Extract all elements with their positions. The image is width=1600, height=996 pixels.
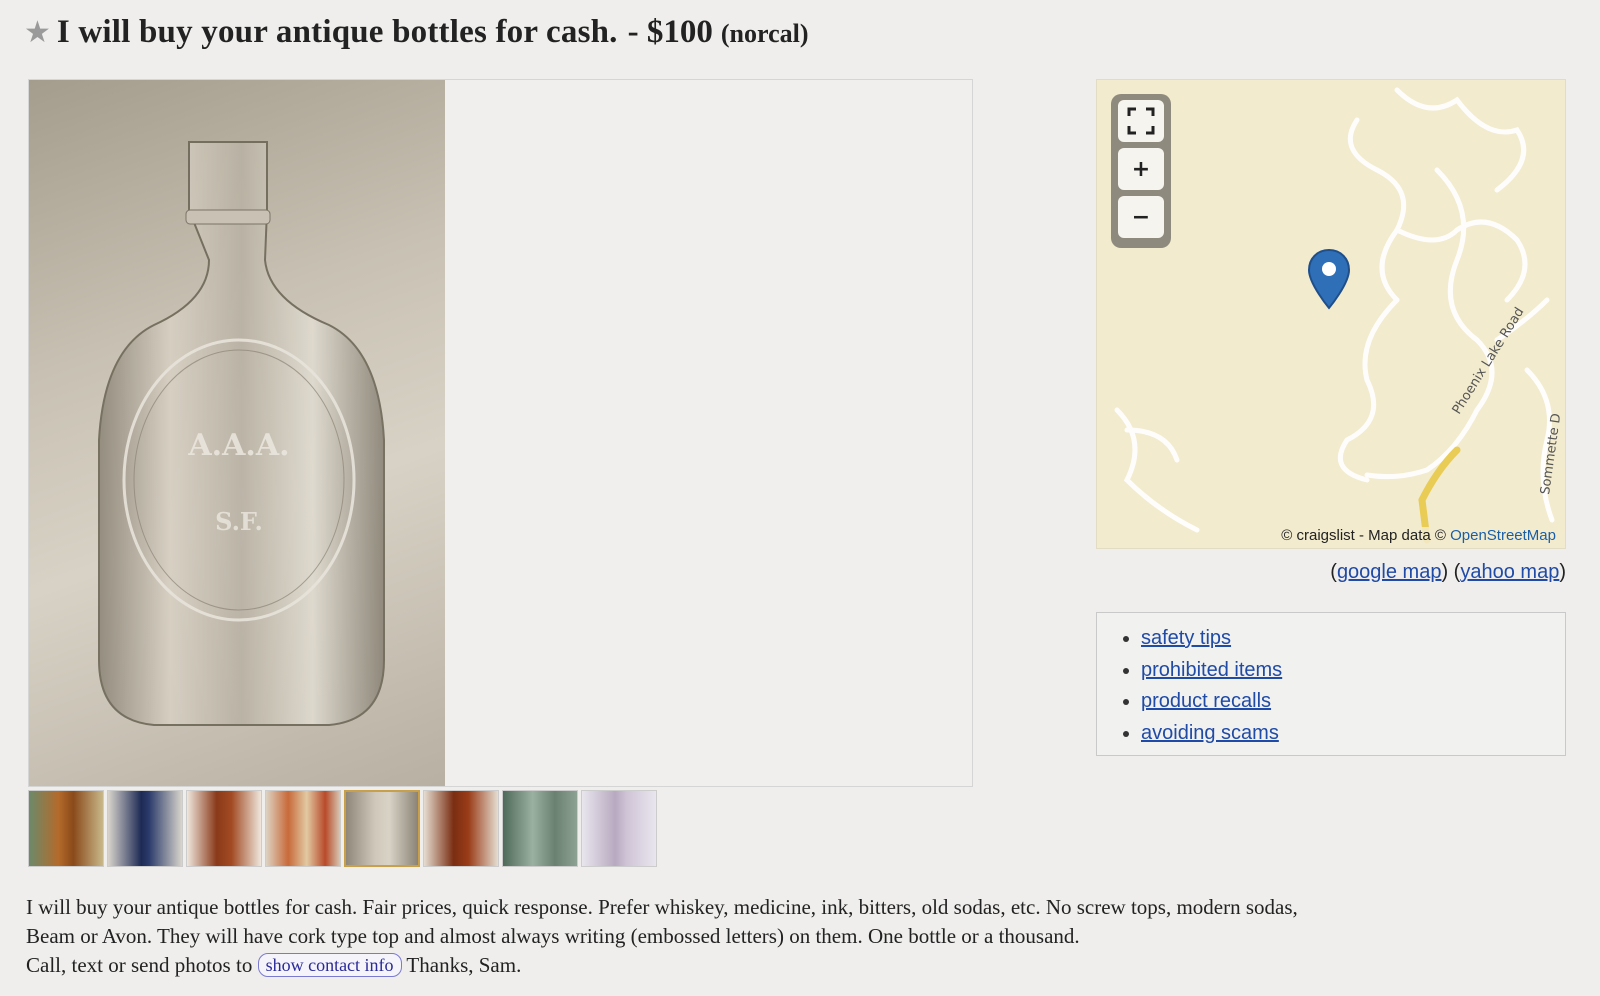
posting-title-row: ★ I will buy your antique bottles for ca… bbox=[24, 14, 809, 51]
fullscreen-icon[interactable] bbox=[1118, 100, 1164, 142]
map-pin-icon[interactable] bbox=[1307, 248, 1351, 310]
posting-body: I will buy your antique bottles for cash… bbox=[26, 893, 1556, 980]
list-item: prohibited items bbox=[1141, 655, 1565, 687]
embossed-text-aaa: A.A.A. bbox=[187, 428, 289, 463]
embossed-text-sf: S.F. bbox=[215, 507, 263, 536]
openstreetmap-link[interactable]: OpenStreetMap bbox=[1450, 527, 1556, 544]
antique-bottle-photo: A.A.A. S.F. bbox=[98, 141, 385, 726]
location-map[interactable]: Phoenix Lake Road Sommette D + − © craig… bbox=[1096, 79, 1566, 549]
main-photo[interactable]: A.A.A. S.F. bbox=[29, 80, 445, 786]
thumbnail[interactable] bbox=[107, 790, 183, 867]
thumbnail[interactable] bbox=[28, 790, 104, 867]
thumbnail[interactable] bbox=[581, 790, 657, 867]
safety-tips-link[interactable]: safety tips bbox=[1141, 627, 1231, 649]
thumbnail[interactable] bbox=[186, 790, 262, 867]
body-line-1: I will buy your antique bottles for cash… bbox=[26, 895, 1298, 919]
show-contact-info-button[interactable]: show contact info bbox=[257, 953, 402, 977]
body-line-3: Call, text or send photos to show contac… bbox=[26, 951, 1556, 980]
list-item: avoiding scams bbox=[1141, 718, 1565, 750]
thumbnail-selected[interactable] bbox=[344, 790, 420, 867]
zoom-in-button[interactable]: + bbox=[1118, 148, 1164, 190]
body-line-3-suffix: Thanks, Sam. bbox=[406, 953, 522, 977]
zoom-out-button[interactable]: − bbox=[1118, 196, 1164, 238]
posting-title: I will buy your antique bottles for cash… bbox=[56, 14, 618, 50]
thumbnail[interactable] bbox=[502, 790, 578, 867]
attribution-text: © craigslist - Map data © bbox=[1281, 527, 1446, 544]
thumbnail[interactable] bbox=[423, 790, 499, 867]
safety-tips-box: safety tips prohibited items product rec… bbox=[1096, 612, 1566, 756]
star-icon[interactable]: ★ bbox=[24, 18, 51, 48]
external-map-links: (google map) (yahoo map) bbox=[1330, 561, 1566, 583]
avoiding-scams-link[interactable]: avoiding scams bbox=[1141, 722, 1279, 744]
list-item: safety tips bbox=[1141, 623, 1565, 655]
body-line-3-prefix: Call, text or send photos to bbox=[26, 953, 253, 977]
image-gallery: A.A.A. S.F. bbox=[28, 79, 973, 787]
fullscreen-glyph bbox=[1127, 107, 1155, 135]
map-attribution: © craigslist - Map data © OpenStreetMap bbox=[1278, 527, 1559, 544]
posting-price: - $100 bbox=[627, 14, 713, 50]
body-line-2: Beam or Avon. They will have cork type t… bbox=[26, 924, 1080, 948]
thumbnail[interactable] bbox=[265, 790, 341, 867]
map-controls: + − bbox=[1111, 94, 1171, 248]
list-item: product recalls bbox=[1141, 686, 1565, 718]
product-recalls-link[interactable]: product recalls bbox=[1141, 690, 1271, 712]
google-map-link[interactable]: google map bbox=[1337, 561, 1442, 583]
yahoo-map-link[interactable]: yahoo map bbox=[1460, 561, 1559, 583]
prohibited-items-link[interactable]: prohibited items bbox=[1141, 659, 1282, 681]
thumbnail-strip bbox=[28, 790, 660, 867]
posting-location: (norcal) bbox=[720, 19, 809, 48]
tips-list: safety tips prohibited items product rec… bbox=[1119, 623, 1565, 749]
